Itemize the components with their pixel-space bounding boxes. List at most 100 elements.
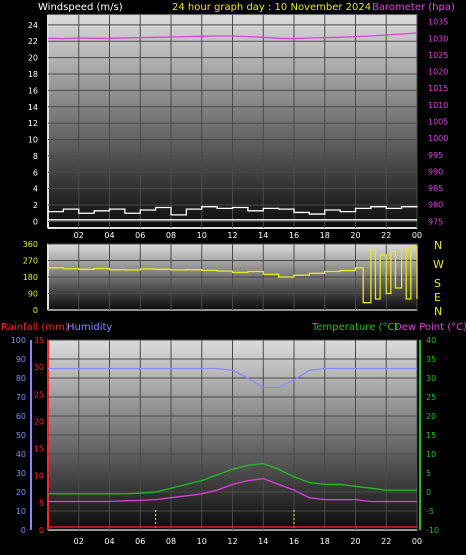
compass-w: W [433,258,444,271]
x-tick-label: 04 [104,537,114,546]
x-tick-label: 06 [135,537,145,546]
barometer-tick-label: 1030 [428,34,448,43]
temperature-tick-label: 15 [426,431,436,440]
x-tick-label: 18 [320,231,330,240]
temperature-tick-label: 5 [426,469,431,478]
weather-graph-canvas: 024681012141618202224 975980985990995100… [1,2,466,546]
temperature-tick-label: 40 [426,336,436,345]
x-tick-label: 14 [258,537,268,546]
windspeed-tick-label: 20 [28,54,38,63]
humidity-tick-label: 70 [16,393,26,402]
barometer-tick-label: 980 [428,201,443,210]
rainfall-tick-label: 30 [34,363,44,372]
barometer-tick-labels: 975 980 985 990 995 1000 1005 1010 1015 1020 1025 1… [428,18,448,227]
compass-n-bottom: N [434,305,442,318]
barometer-axis-label: Barometer (hpa) [372,2,455,13]
windspeed-tick-label: 12 [28,119,38,128]
temperature-tick-label: 25 [426,393,436,402]
windspeed-tick-label: 10 [28,136,38,145]
barometer-tick-label: 1020 [428,68,448,77]
barometer-tick-label: 975 [428,217,443,226]
direction-tick-label: 360 [23,240,38,249]
humidity-tick-label: 60 [16,412,26,421]
x-tick-label: 20 [350,231,360,240]
humidity-tick-label: 50 [16,431,26,440]
x-tick-label: 12 [227,231,237,240]
direction-tick-label: 180 [23,273,38,282]
compass-e: E [434,291,441,304]
barometer-tick-label: 990 [428,167,443,176]
windspeed-tick-labels: 024681012141618202224 [28,21,38,227]
x-tick-label: 22 [381,231,391,240]
temperature-tick-label: 10 [426,450,436,459]
x-tick-label: 10 [197,537,207,546]
barometer-tick-label: 1000 [428,134,448,143]
x-tick-label: 06 [135,231,145,240]
windspeed-tick-label: 4 [33,185,38,194]
temperature-tick-label: 35 [426,355,436,364]
temperature-tick-label: 0 [426,488,431,497]
windspeed-tick-label: 2 [33,201,38,210]
barometer-tick-label: 985 [428,184,443,193]
windspeed-tick-label: 6 [33,168,38,177]
x-tick-label: 04 [104,231,114,240]
x-tick-label: 20 [350,537,360,546]
temperature-tick-labels: -10 -5 0 5 10 15 20 25 30 35 40 [426,336,439,535]
windspeed-tick-label: 16 [28,86,38,95]
barometer-tick-label: 1025 [428,51,448,60]
compass-s: S [434,277,441,290]
direction-tick-labels: 0 90 180 270 360 [23,240,38,315]
rainfall-tick-label: 20 [34,417,44,426]
humidity-tick-label: 80 [16,374,26,383]
humidity-tick-label: 100 [11,336,26,345]
windspeed-tick-label: 0 [33,217,38,226]
wind-barometer-panel: 024681012141618202224 975980985990995100… [28,14,448,240]
x-tick-label: 10 [197,231,207,240]
rainfall-tick-label: 25 [34,390,44,399]
x-tick-label: 00 [412,537,422,546]
direction-tick-label: 90 [28,290,38,299]
humidity-tick-labels: 0 10 20 30 40 50 60 70 80 90 100 [11,336,26,535]
rainfall-tick-labels: 0 5 10 15 20 25 30 35 [34,336,44,535]
windspeed-tick-label: 24 [28,21,38,30]
humidity-tick-label: 90 [16,355,26,364]
temperature-tick-label: 30 [426,374,436,383]
x-tick-label: 08 [166,537,176,546]
x-tick-label: 08 [166,231,176,240]
rainfall-tick-label: 0 [39,526,44,535]
x-tick-label: 16 [289,231,299,240]
barometer-tick-label: 1005 [428,118,448,127]
compass-labels: N W S E N [433,239,444,318]
x-tick-label: 22 [381,537,391,546]
rainfall-tick-label: 35 [34,336,44,345]
humidity-axis-label: Humidity [67,322,112,333]
x-tick-label: 00 [412,231,422,240]
windspeed-tick-label: 22 [28,37,38,46]
barometer-tick-label: 1010 [428,101,448,110]
windspeed-tick-label: 18 [28,70,38,79]
rainfall-tick-label: 5 [39,499,44,508]
humidity-tick-label: 30 [16,469,26,478]
barometer-tick-label: 1035 [428,18,448,27]
humidity-tick-label: 0 [21,526,26,535]
rainfall-axis-label: Rainfall (mm) [1,322,69,333]
temperature-humidity-panel: 0102030405060708090100 05101520253035 -1… [11,336,439,546]
humidity-tick-label: 10 [16,507,26,516]
chart-title: 24 hour graph day : 10 November 2024 [172,2,371,13]
temperature-tick-label: -5 [426,507,434,516]
barometer-tick-label: 1015 [428,84,448,93]
x-tick-label: 18 [320,537,330,546]
dewpoint-axis-label: Dew Point (°C) [394,322,466,333]
time-tick-labels: 02 04 06 08 10 12 14 16 18 20 22 00 [74,537,422,546]
wind-direction-panel: 0 90 180 270 360 [23,240,418,315]
windspeed-axis-label: Windspeed (m/s) [38,2,123,13]
temperature-axis-label: Temperature (°C) [311,322,398,333]
temperature-tick-label: -10 [426,526,439,535]
x-tick-label: 02 [74,537,84,546]
barometer-tick-label: 995 [428,151,443,160]
rainfall-tick-label: 10 [34,472,44,481]
windspeed-tick-label: 8 [33,152,38,161]
x-tick-label: 12 [227,537,237,546]
x-tick-label: 14 [258,231,268,240]
x-tick-label: 16 [289,537,299,546]
